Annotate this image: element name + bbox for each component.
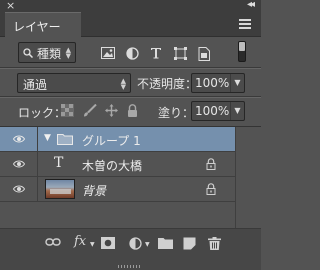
shape-filter-icon[interactable] — [174, 47, 188, 60]
opacity-value: 100% — [195, 76, 230, 90]
layer-name: 木曽の大橋 — [82, 159, 143, 173]
blend-mode-select[interactable]: 通過 ▲ ▼ — [17, 73, 131, 93]
fill-label: 塗り： — [158, 106, 195, 120]
blend-mode-value: 通過 — [23, 78, 48, 92]
layers-panel: × ◂◂ レイヤー 種類 ▲ ▼ 通過 ▲ ▼ 不透明度： 100% ▼ ロック… — [0, 0, 261, 270]
panel-footer: fx ▼ ▼ — [0, 228, 261, 270]
fx-icon[interactable]: fx — [74, 234, 86, 249]
pixel-filter-icon[interactable] — [101, 47, 115, 60]
opacity-label: 不透明度： — [137, 77, 198, 91]
smart-object-filter-icon[interactable] — [198, 47, 212, 61]
chevron-down-icon[interactable]: ▼ — [230, 102, 244, 120]
lock-transparent-pixels-icon[interactable] — [61, 104, 74, 117]
visibility-toggle[interactable] — [0, 177, 38, 202]
layer-name: 背景 — [82, 184, 107, 198]
divider — [0, 97, 261, 98]
add-mask-icon[interactable] — [101, 237, 117, 251]
filter-kind-select[interactable]: 種類 ▲ ▼ — [18, 42, 76, 63]
adjustment-layer-icon[interactable] — [129, 237, 145, 251]
new-layer-icon[interactable] — [183, 237, 199, 251]
visibility-toggle[interactable] — [0, 127, 38, 152]
filter-toggle-switch[interactable] — [238, 41, 246, 62]
lock-icon — [206, 183, 216, 196]
panel-menu-icon[interactable] — [239, 19, 251, 29]
layer-row-background[interactable]: 背景 — [0, 177, 235, 202]
lock-position-icon[interactable] — [105, 104, 118, 117]
new-group-icon[interactable] — [158, 237, 174, 251]
layer-name: グループ 1 — [82, 134, 141, 148]
type-filter-icon[interactable] — [150, 47, 164, 60]
visibility-toggle[interactable] — [0, 152, 38, 177]
select-arrows-icon: ▲ ▼ — [65, 46, 71, 60]
fill-value: 100% — [195, 104, 230, 118]
eye-icon — [13, 135, 25, 143]
layer-row-text[interactable]: T 木曽の大橋 — [0, 152, 235, 177]
panel-title-bar: × ◂◂ — [0, 0, 261, 12]
eye-icon — [13, 185, 25, 193]
resize-grip[interactable] — [118, 265, 142, 268]
filter-kind-label: 種類 — [37, 47, 62, 61]
close-icon[interactable]: × — [6, 0, 15, 12]
lock-icon — [206, 158, 216, 171]
lock-image-pixels-icon[interactable] — [83, 104, 97, 117]
search-icon — [23, 47, 37, 61]
layer-list: ▼ グループ 1 T 木曽の大橋 背景 — [0, 126, 261, 229]
chevron-down-icon: ▼ — [145, 241, 150, 248]
delete-layer-icon[interactable] — [208, 237, 224, 251]
chevron-down-icon: ▼ — [90, 241, 95, 248]
adjustment-filter-icon[interactable] — [126, 47, 140, 60]
divider — [0, 68, 261, 69]
folder-icon — [57, 133, 73, 148]
fill-field[interactable]: 100% ▼ — [191, 101, 245, 121]
expand-triangle-icon[interactable]: ▼ — [44, 133, 51, 143]
text-layer-icon: T — [54, 155, 64, 171]
select-arrows-icon: ▲ ▼ — [120, 77, 126, 91]
chevron-down-icon[interactable]: ▼ — [230, 74, 244, 92]
tab-layers[interactable]: レイヤー — [5, 12, 81, 37]
lock-label: ロック： — [18, 106, 67, 120]
layer-row-group-1[interactable]: ▼ グループ 1 — [0, 127, 235, 152]
layer-list-scrollbar[interactable] — [235, 127, 261, 229]
collapse-icon[interactable]: ◂◂ — [247, 0, 255, 10]
filter-row: 種類 ▲ ▼ — [0, 38, 261, 68]
tab-bar: レイヤー — [0, 12, 261, 37]
link-layers-icon[interactable] — [45, 237, 61, 251]
eye-icon — [13, 160, 25, 168]
opacity-field[interactable]: 100% ▼ — [191, 73, 245, 93]
layer-thumbnail[interactable] — [45, 179, 75, 199]
lock-all-icon[interactable] — [127, 104, 140, 117]
